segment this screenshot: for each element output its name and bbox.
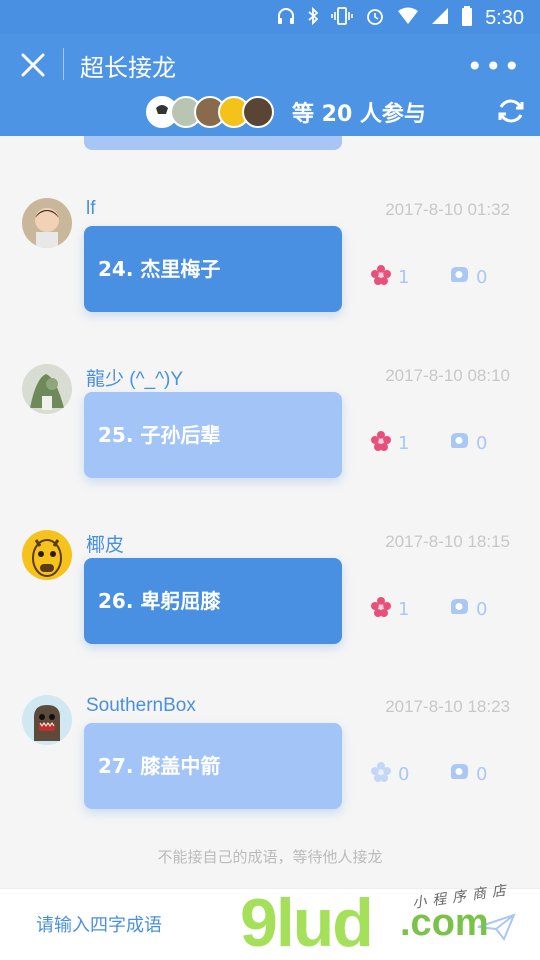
list-item: SouthernBox 2017-8-10 18:23 27. 膝盖中箭 0 0 [0, 695, 540, 835]
status-time: 5:30 [485, 7, 524, 29]
comment-count: 0 [476, 764, 488, 785]
comment-button[interactable]: 0 [448, 430, 487, 457]
idiom-input[interactable] [36, 907, 336, 943]
comment-icon [448, 596, 470, 623]
refresh-icon[interactable] [496, 96, 526, 126]
comment-count: 0 [476, 599, 488, 620]
like-button[interactable]: 0 [370, 761, 409, 788]
signal-icon [431, 7, 449, 30]
idiom-bubble[interactable]: 26. 卑躬屈膝 [84, 558, 342, 644]
idiom-bubble[interactable]: 24. 杰里梅子 [84, 226, 342, 312]
comment-button[interactable]: 0 [448, 596, 487, 623]
avatar[interactable] [22, 530, 72, 580]
comment-button[interactable]: 0 [448, 761, 487, 788]
comment-icon [448, 264, 470, 291]
timestamp: 2017-8-10 08:10 [385, 366, 510, 385]
chain-list[interactable]: lf 2017-8-10 01:32 24. 杰里梅子 1 0 龍少 (^_^)… [0, 136, 540, 888]
status-icons: 5:30 [277, 6, 524, 31]
list-item: 椰皮 2017-8-10 18:15 26. 卑躬屈膝 1 0 [0, 530, 540, 670]
close-icon[interactable] [18, 50, 48, 80]
hint-text: 不能接自己的成语，等待他人接龙 [157, 848, 383, 866]
like-count: 0 [398, 764, 410, 785]
flower-icon [370, 596, 392, 623]
more-icon[interactable]: ••• [466, 50, 522, 83]
previous-entry-bubble[interactable] [84, 136, 342, 150]
headphones-icon [277, 7, 295, 30]
send-icon[interactable] [476, 913, 516, 941]
flower-icon [370, 430, 392, 457]
app-bar: 超长接龙 ••• 等 20 人参与 [0, 34, 540, 136]
list-item: 龍少 (^_^)Y 2017-8-10 08:10 25. 子孙后辈 1 0 [0, 364, 540, 504]
like-count: 1 [398, 267, 410, 288]
avatar[interactable] [22, 198, 72, 248]
comment-count: 0 [476, 433, 488, 454]
like-button[interactable]: 1 [370, 596, 409, 623]
vibrate-icon [331, 7, 353, 30]
battery-icon [461, 6, 473, 31]
username: lf [86, 198, 96, 219]
participants-count: 等 20 人参与 [292, 102, 426, 127]
timestamp: 2017-8-10 18:15 [385, 532, 510, 551]
status-bar: 5:30 [0, 0, 540, 34]
flower-icon [370, 761, 392, 788]
comment-count: 0 [476, 267, 488, 288]
bluetooth-icon [307, 6, 319, 30]
username: SouthernBox [86, 695, 196, 716]
flower-icon [370, 264, 392, 291]
like-count: 1 [398, 599, 410, 620]
participant-avatar [242, 96, 274, 128]
like-count: 1 [398, 433, 410, 454]
list-item: lf 2017-8-10 01:32 24. 杰里梅子 1 0 [0, 198, 540, 338]
like-button[interactable]: 1 [370, 264, 409, 291]
idiom-bubble[interactable]: 25. 子孙后辈 [84, 392, 342, 478]
username: 椰皮 [86, 535, 125, 556]
wifi-icon [397, 7, 419, 30]
title-divider [63, 48, 64, 80]
alarm-icon [365, 6, 385, 31]
like-button[interactable]: 1 [370, 430, 409, 457]
comment-icon [448, 430, 470, 457]
comment-button[interactable]: 0 [448, 264, 487, 291]
avatar[interactable] [22, 695, 72, 745]
page-title: 超长接龙 [80, 54, 176, 82]
input-bar [0, 888, 540, 960]
participants-summary[interactable]: 等 20 人参与 [146, 96, 426, 128]
comment-icon [448, 761, 470, 788]
avatar[interactable] [22, 364, 72, 414]
timestamp: 2017-8-10 01:32 [385, 200, 510, 219]
username: 龍少 (^_^)Y [86, 369, 184, 390]
idiom-bubble[interactable]: 27. 膝盖中箭 [84, 723, 342, 809]
timestamp: 2017-8-10 18:23 [385, 697, 510, 716]
